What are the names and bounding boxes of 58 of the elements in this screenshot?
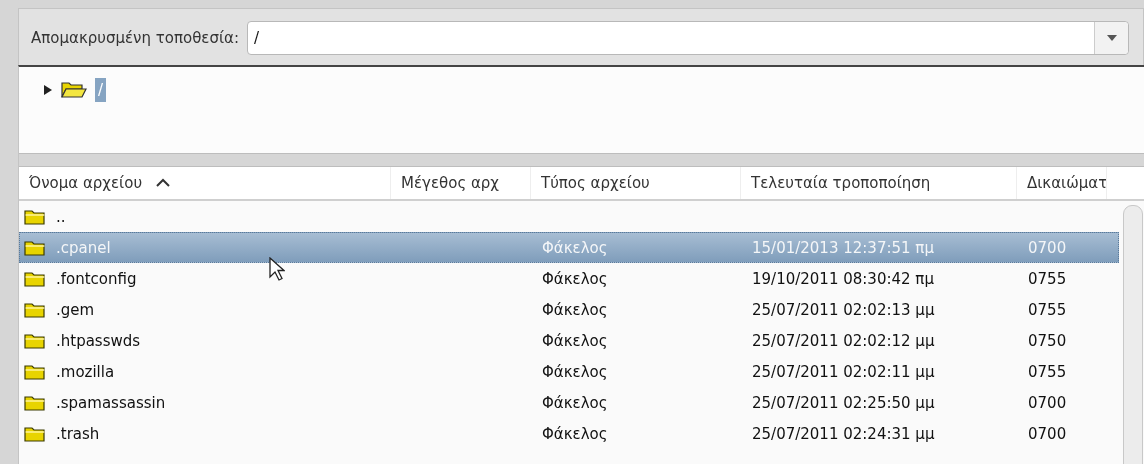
file-name: .gem [56,300,95,319]
file-row[interactable]: .spamassassin Φάκελος 25/07/2011 02:25:50 μμ 0700 [19,387,1119,418]
modified-date: 25/07/2011 02:25:50 μμ [752,393,935,412]
caret-icon [1106,35,1117,41]
column-header[interactable]: Μέγεθος αρχ [391,167,531,199]
permissions-text: 0755 [1028,269,1067,288]
cursor-icon [269,257,285,281]
file-type: Φάκελος [542,300,608,319]
column-header[interactable]: Τύπος αρχείου [531,167,741,199]
folder-icon [24,394,46,411]
folder-icon [61,81,87,99]
file-name: .spamassassin [56,393,166,412]
permissions-text: 0700 [1028,424,1067,443]
permissions-text: 0750 [1028,331,1067,350]
modified-date: 25/07/2011 02:24:31 μμ [752,424,935,443]
file-row[interactable]: .htpasswds Φάκελος 25/07/2011 02:02:12 μμ 0750 [19,325,1119,356]
file-type: Φάκελος [542,424,608,443]
scrollbar[interactable] [1123,205,1143,464]
column-header[interactable]: Δικαιώματ [1017,167,1107,199]
permissions-text: 0700 [1028,393,1067,412]
file-name: .cpanel [56,238,111,257]
location-label: Απομακρυσμένη τοποθεσία: [31,29,239,47]
permissions-text: 0700 [1028,238,1067,257]
file-row[interactable]: .mozilla Φάκελος 25/07/2011 02:02:11 μμ 0755 [19,356,1119,387]
folder-icon [24,239,46,256]
file-type: Φάκελος [542,393,608,412]
modified-date: 25/07/2011 02:02:13 μμ [752,300,935,319]
file-name: .. [56,207,66,226]
modified-date: 25/07/2011 02:02:11 μμ [752,362,935,381]
expand-arrow-icon[interactable] [43,85,53,95]
folder-icon [24,301,46,318]
location-combo[interactable]: / [247,21,1129,55]
file-name: .mozilla [56,362,115,381]
permissions-text: 0755 [1028,362,1067,381]
modified-date: 19/10/2011 08:30:42 πμ [752,269,934,288]
permissions-text: 0755 [1028,300,1067,319]
file-row[interactable]: .trash Φάκελος 25/07/2011 02:24:31 μμ 0700 [19,418,1119,449]
file-type: Φάκελος [542,362,608,381]
folder-icon [24,270,46,287]
file-type: Φάκελος [542,269,608,288]
file-name: .htpasswds [56,331,141,350]
folder-icon [24,363,46,380]
modified-date: 25/07/2011 02:02:12 μμ [752,331,935,350]
file-type: Φάκελος [542,238,608,257]
folder-icon [24,332,46,349]
file-type: Φάκελος [542,331,608,350]
folder-icon [24,208,46,225]
file-row[interactable]: .fontconfig Φάκελος 19/10/2011 08:30:42 πμ 0755 [19,263,1119,294]
sort-up-icon [156,178,171,188]
file-name: .trash [56,424,100,443]
column-header[interactable]: Τελευταία τροποποίηση [741,167,1017,199]
column-header[interactable]: Όνομα αρχείου [19,167,391,199]
file-name: .fontconfig [56,269,137,288]
modified-date: 15/01/2013 12:37:51 πμ [752,238,934,257]
file-row[interactable]: .gem Φάκελος 25/07/2011 02:02:13 μμ 0755 [19,294,1119,325]
file-row[interactable]: .. [19,201,1119,232]
folder-icon [24,425,46,442]
dropdown-button[interactable] [1094,22,1128,54]
